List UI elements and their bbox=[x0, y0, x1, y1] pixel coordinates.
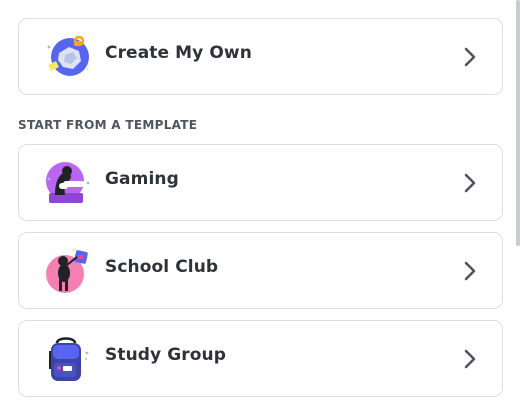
chevron-right-icon bbox=[464, 47, 476, 67]
template-school-club-label: School Club bbox=[105, 257, 219, 277]
create-my-own-button[interactable]: Create My Own bbox=[18, 18, 503, 95]
create-my-own-label: Create My Own bbox=[105, 43, 252, 63]
template-gaming-label: Gaming bbox=[105, 169, 179, 189]
create-server-dialog-body: Create My Own START FROM A TEMPLATE Gami… bbox=[0, 0, 520, 400]
gaming-controller-icon bbox=[43, 159, 91, 207]
template-study-group-label: Study Group bbox=[105, 345, 227, 365]
globe-create-icon bbox=[43, 33, 91, 81]
backpack-icon bbox=[43, 335, 91, 383]
chevron-right-icon bbox=[464, 261, 476, 281]
chevron-right-icon bbox=[464, 173, 476, 193]
template-school-club-button[interactable]: School Club bbox=[18, 232, 503, 309]
scrollbar[interactable] bbox=[516, 0, 520, 246]
template-gaming-button[interactable]: Gaming bbox=[18, 144, 503, 221]
chevron-right-icon bbox=[464, 349, 476, 369]
school-club-icon bbox=[43, 247, 91, 295]
template-study-group-button[interactable]: Study Group bbox=[18, 320, 503, 397]
section-heading: START FROM A TEMPLATE bbox=[18, 118, 198, 132]
